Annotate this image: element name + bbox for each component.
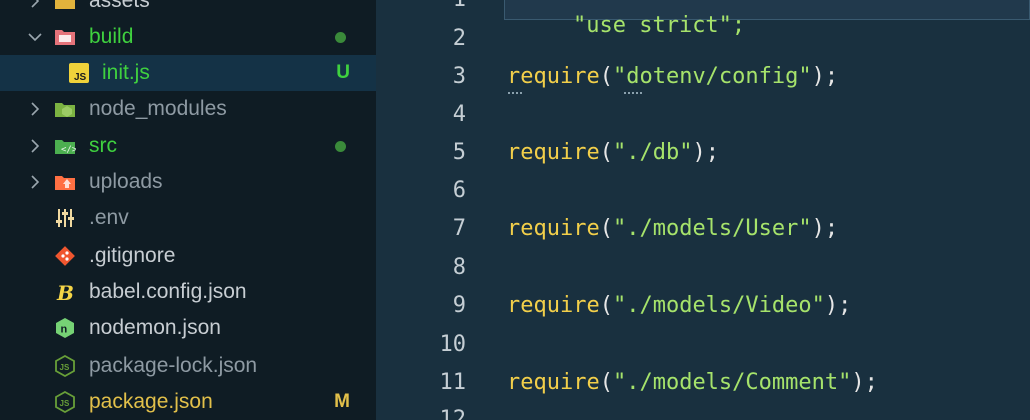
code-punctuation: ); (811, 216, 839, 241)
line-number: 9 (452, 293, 466, 318)
explorer-item-label: .gitignore (89, 244, 176, 267)
line-number: 7 (452, 216, 466, 241)
explorer-item-label: uploads (89, 170, 163, 193)
code-function: require (507, 64, 600, 89)
explorer-item-src[interactable]: </> src (0, 128, 376, 164)
explorer-item-label: init.js (102, 61, 150, 84)
nodejs-icon: JS (55, 391, 75, 413)
explorer-item-label: build (89, 25, 134, 48)
git-status-badge: M (334, 391, 350, 412)
svg-text:B: B (56, 281, 74, 303)
svg-text:</>: </> (61, 145, 76, 155)
line-number: 1 (376, 0, 466, 13)
modified-dot-indicator (335, 32, 346, 43)
line-number: 8 (452, 255, 466, 280)
node-folder-icon (55, 103, 75, 117)
explorer-item-build[interactable]: build (0, 19, 376, 55)
line-number: 11 (439, 370, 467, 395)
explorer-item-assets[interactable]: assets (0, 0, 376, 19)
source-folder-icon: </> (55, 140, 76, 155)
code-line-11: require("./models/Comment"); (507, 370, 878, 396)
code-line-3: require("dotenv/config"); (507, 64, 838, 90)
explorer-item-label: node_modules (89, 97, 227, 120)
explorer-item-package-json[interactable]: JS package.json M (0, 384, 376, 420)
git-icon (55, 246, 75, 266)
code-string: "use strict"; (572, 13, 746, 38)
chevron-right-icon[interactable] (26, 0, 44, 10)
explorer-item-label: package.json (89, 390, 213, 413)
explorer-item-babel-config[interactable]: B babel.config.json (0, 274, 376, 310)
chevron-down-icon[interactable] (26, 28, 44, 46)
upload-folder-icon (55, 176, 75, 190)
code-line-5: require("./db"); (507, 140, 719, 166)
explorer-item-label: src (89, 134, 117, 157)
code-punctuation: ( (599, 216, 613, 241)
explorer-item-uploads[interactable]: uploads (0, 164, 376, 200)
line-number-gutter: 1 2 3 4 5 6 7 8 9 10 11 12 (376, 0, 467, 420)
line-number: 10 (439, 332, 467, 357)
code-line-1: "use strict"; (520, 0, 745, 65)
modified-dot-indicator (335, 141, 346, 152)
line-number: 4 (452, 102, 466, 127)
explorer-item-init-js[interactable]: JS init.js U (0, 55, 376, 91)
code-line-9: require("./models/Video"); (507, 293, 851, 319)
code-punctuation: ); (811, 64, 839, 89)
code-string: "./models/Comment" (612, 370, 852, 395)
code-punctuation: ( (599, 293, 613, 318)
code-function: require (507, 370, 600, 395)
javascript-file-icon: JS (69, 63, 89, 83)
chevron-right-icon[interactable] (26, 173, 44, 191)
hint-dots (508, 88, 522, 94)
settings-sliders-icon (56, 209, 74, 227)
chevron-right-icon[interactable] (26, 137, 44, 155)
chevron-right-icon[interactable] (26, 100, 44, 118)
code-string: "./models/User" (612, 216, 812, 241)
line-number: 2 (452, 26, 466, 51)
code-string: "dotenv/config" (612, 64, 812, 89)
explorer-item-label: nodemon.json (89, 316, 221, 339)
code-punctuation: ); (824, 293, 852, 318)
code-function: require (507, 216, 600, 241)
folder-icon (55, 0, 75, 9)
code-line-7: require("./models/User"); (507, 216, 838, 242)
explorer-item-label: babel.config.json (89, 280, 247, 303)
code-function: require (507, 140, 600, 165)
nodemon-icon: n (56, 318, 74, 338)
svg-text:JS: JS (74, 72, 87, 83)
explorer-item-label: assets (89, 0, 150, 12)
explorer-item-nodemon[interactable]: n nodemon.json (0, 310, 376, 346)
code-function: require (507, 293, 600, 318)
explorer-item-env[interactable]: .env (0, 200, 376, 236)
line-number: 12 (439, 407, 467, 420)
explorer-item-label: package-lock.json (89, 354, 258, 377)
folder-open-icon (55, 30, 75, 45)
code-editor[interactable]: 1 2 3 4 5 6 7 8 9 10 11 12 "use strict";… (376, 0, 1030, 420)
code-punctuation: ( (599, 64, 613, 89)
git-status-badge: U (336, 62, 350, 83)
file-explorer: assets build JS init.js U node_modules <… (0, 0, 376, 420)
code-punctuation: ( (599, 370, 613, 395)
svg-text:n: n (61, 324, 68, 336)
line-number: 6 (452, 178, 466, 203)
line-number: 5 (452, 140, 466, 165)
code-punctuation: ( (599, 140, 613, 165)
nodejs-icon: JS (55, 355, 75, 377)
explorer-item-label: .env (89, 206, 129, 229)
code-punctuation: ); (851, 370, 878, 395)
explorer-item-package-lock[interactable]: JS package-lock.json (0, 348, 376, 384)
babel-icon: B (56, 281, 74, 303)
line-number: 3 (452, 64, 466, 89)
svg-text:JS: JS (60, 399, 70, 408)
code-string: "./models/Video" (612, 293, 825, 318)
code-string: "./db" (612, 140, 693, 165)
svg-text:JS: JS (60, 363, 70, 372)
code-punctuation: ); (692, 140, 719, 165)
hint-dots (624, 88, 642, 94)
explorer-item-gitignore[interactable]: .gitignore (0, 238, 376, 274)
explorer-item-node-modules[interactable]: node_modules (0, 91, 376, 127)
